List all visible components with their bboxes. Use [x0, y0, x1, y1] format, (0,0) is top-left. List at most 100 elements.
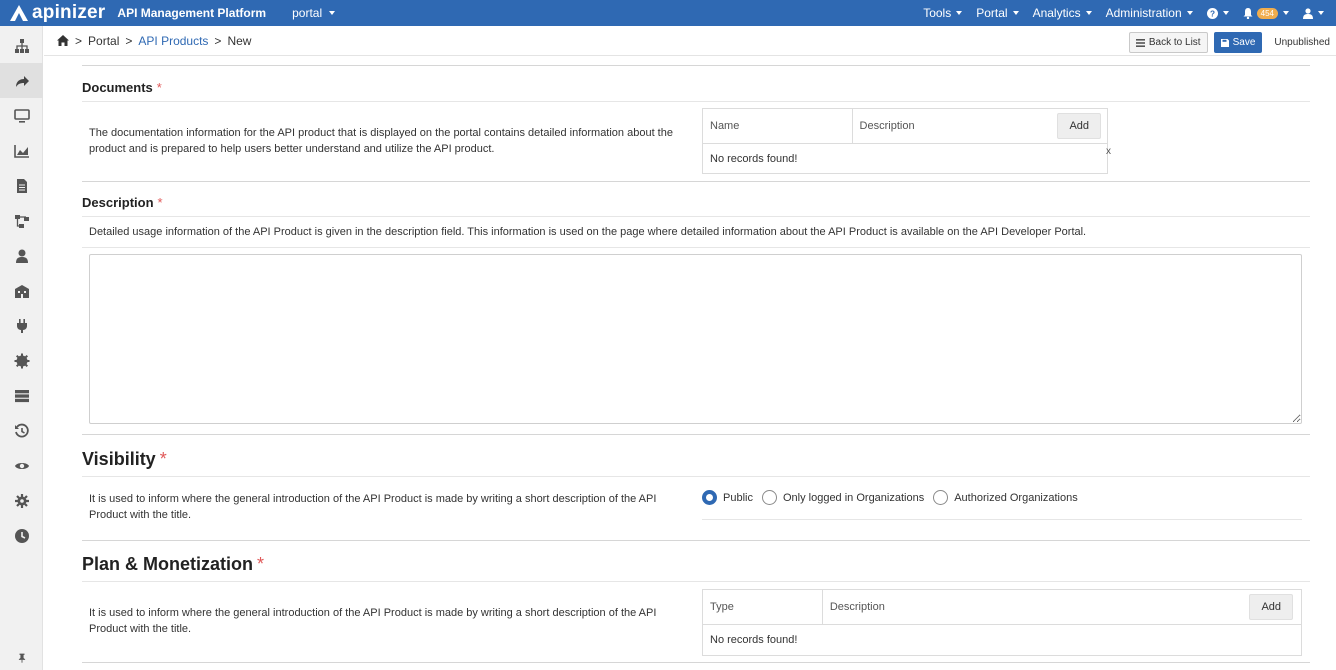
caret-down-icon — [1222, 11, 1229, 15]
divider — [82, 662, 1310, 663]
history-icon — [14, 423, 29, 437]
help-menu[interactable]: ? — [1206, 7, 1229, 19]
plan-table: Type Description Add No records found! — [702, 589, 1302, 656]
sidebar-item-users[interactable] — [0, 238, 43, 273]
radio-unchecked-icon — [933, 490, 949, 505]
user-icon — [15, 249, 28, 263]
svg-text:?: ? — [1210, 9, 1215, 18]
plan-column-type: Type — [702, 589, 823, 625]
sidebar-item-proxies[interactable] — [0, 63, 43, 98]
sitemap-icon — [14, 38, 29, 53]
caret-down-icon — [1012, 11, 1019, 15]
sidebar-item-monitor[interactable] — [0, 98, 43, 133]
description-help-text: Detailed usage information of the API Pr… — [89, 226, 1087, 238]
divider — [82, 247, 1310, 248]
chart-icon — [13, 144, 29, 158]
breadcrumb-sep: > — [125, 33, 133, 48]
back-to-list-label: Back to List — [1148, 37, 1201, 48]
publish-status: Unpublished — [1274, 37, 1330, 48]
documents-close-icon[interactable]: x — [1106, 146, 1111, 157]
required-marker: * — [157, 195, 163, 210]
flow-icon — [14, 214, 29, 228]
plan-empty-message: No records found! — [702, 624, 1302, 656]
gear-badge-icon — [14, 353, 29, 368]
sidebar-item-settings[interactable] — [0, 483, 43, 518]
documents-column-description: Description — [851, 108, 1052, 144]
save-icon — [1220, 38, 1229, 47]
caret-down-icon — [1318, 11, 1324, 15]
visibility-option-authorized[interactable]: Authorized Organizations — [933, 490, 1078, 505]
eye-icon — [14, 462, 29, 469]
save-button[interactable]: Save — [1213, 32, 1263, 53]
project-name: portal — [292, 6, 323, 20]
sidebar-item-schedule[interactable] — [0, 518, 43, 553]
plan-title: Plan & Monetization * — [82, 554, 264, 575]
platform-title: API Management Platform — [117, 6, 267, 20]
home-icon[interactable] — [57, 35, 69, 46]
documents-add-button[interactable]: Add — [1057, 113, 1102, 139]
plug-icon — [16, 318, 27, 333]
nav-tools-label: Tools — [923, 6, 952, 20]
breadcrumb-sep: > — [214, 33, 222, 48]
divider — [82, 476, 1310, 477]
visibility-option-logged-in[interactable]: Only logged in Organizations — [761, 490, 924, 505]
description-title-text: Description — [82, 195, 154, 210]
breadcrumb: > Portal > API Products > New — [57, 34, 251, 48]
description-textarea[interactable] — [89, 254, 1302, 424]
visibility-title: Visibility * — [82, 449, 167, 470]
documents-title-text: Documents — [82, 80, 153, 95]
documents-description: The documentation information for the AP… — [89, 127, 673, 155]
brand[interactable]: apinizer — [8, 2, 105, 24]
caret-down-icon — [1085, 11, 1092, 15]
notifications-menu[interactable]: 454 — [1243, 7, 1289, 19]
sidebar-item-topology[interactable] — [0, 28, 43, 63]
breadcrumb-portal[interactable]: Portal — [88, 34, 119, 48]
documents-column-name: Name — [702, 108, 853, 144]
sidebar-pin[interactable] — [0, 646, 43, 670]
breadcrumb-new: New — [227, 33, 252, 48]
visibility-description: It is used to inform where the general i… — [89, 493, 657, 521]
required-marker: * — [159, 449, 167, 469]
sidebar-item-history[interactable] — [0, 413, 43, 448]
radio-unchecked-icon — [761, 490, 777, 505]
caret-down-icon — [1186, 11, 1193, 15]
documents-table: Name Description Add No records found! — [702, 108, 1108, 174]
visibility-option-label: Authorized Organizations — [954, 491, 1078, 504]
sidebar-item-analytics[interactable] — [0, 133, 43, 168]
sidebar-item-preview[interactable] — [0, 448, 43, 483]
divider — [702, 519, 1302, 520]
account-menu[interactable] — [1303, 7, 1324, 19]
sidebar-item-connectors[interactable] — [0, 308, 43, 343]
nav-administration[interactable]: Administration — [1106, 6, 1193, 20]
required-marker: * — [156, 80, 162, 95]
sidebar-item-flows[interactable] — [0, 203, 43, 238]
divider — [82, 101, 1310, 102]
apinizer-logo-icon — [8, 3, 30, 23]
nav-administration-label: Administration — [1105, 6, 1182, 20]
clock-icon — [14, 528, 29, 543]
breadcrumb-bar: > Portal > API Products > New Back to Li… — [44, 26, 1336, 56]
sidebar-item-policies[interactable] — [0, 343, 43, 378]
nav-tools[interactable]: Tools — [923, 6, 963, 20]
plan-add-button[interactable]: Add — [1249, 594, 1294, 620]
sidebar-item-organizations[interactable] — [0, 273, 43, 308]
plan-column-description: Description — [821, 589, 1242, 625]
documents-title: Documents * — [82, 80, 162, 95]
plan-description: It is used to inform where the general i… — [89, 607, 657, 635]
project-selector[interactable]: portal — [292, 6, 336, 20]
visibility-title-text: Visibility — [82, 449, 156, 469]
visibility-option-public[interactable]: Public — [702, 490, 753, 505]
divider — [82, 216, 1310, 217]
sidebar-item-servers[interactable] — [0, 378, 43, 413]
help-icon: ? — [1206, 7, 1218, 19]
list-icon — [1135, 38, 1145, 47]
nav-portal[interactable]: Portal — [976, 6, 1019, 20]
back-to-list-button[interactable]: Back to List — [1128, 32, 1208, 53]
bell-icon — [1243, 7, 1253, 19]
nav-analytics[interactable]: Analytics — [1033, 6, 1092, 20]
plan-title-text: Plan & Monetization — [82, 554, 253, 574]
breadcrumb-api-products[interactable]: API Products — [138, 34, 208, 48]
top-navbar: apinizer API Management Platform portal … — [0, 0, 1336, 26]
sidebar-item-documents[interactable] — [0, 168, 43, 203]
radio-checked-icon — [702, 490, 717, 505]
